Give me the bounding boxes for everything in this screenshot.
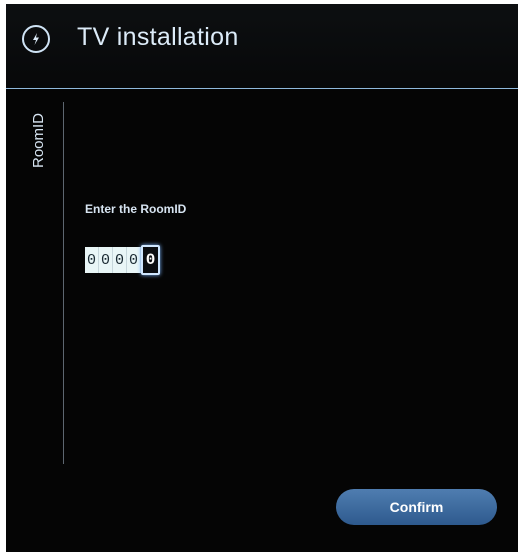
digit-field[interactable]: 0 <box>127 247 141 273</box>
header-divider <box>6 88 518 89</box>
power-bolt-icon <box>22 25 50 53</box>
digit-field[interactable]: 0 <box>99 247 113 273</box>
digit-field[interactable]: 0 <box>85 247 99 273</box>
digit-field-active[interactable]: 0 <box>141 245 160 275</box>
header: TV installation <box>6 4 518 88</box>
page-title: TV installation <box>77 23 239 51</box>
side-divider <box>63 102 64 464</box>
tv-installation-screen: TV installation RoomID Enter the RoomID … <box>6 4 518 552</box>
roomid-digit-input[interactable]: 0 0 0 0 0 <box>85 245 160 275</box>
confirm-button[interactable]: Confirm <box>336 489 497 525</box>
digit-field[interactable]: 0 <box>113 247 127 273</box>
bolt-glyph <box>33 33 39 45</box>
roomid-prompt: Enter the RoomID <box>85 202 187 216</box>
side-tab-label[interactable]: RoomID <box>30 113 47 168</box>
